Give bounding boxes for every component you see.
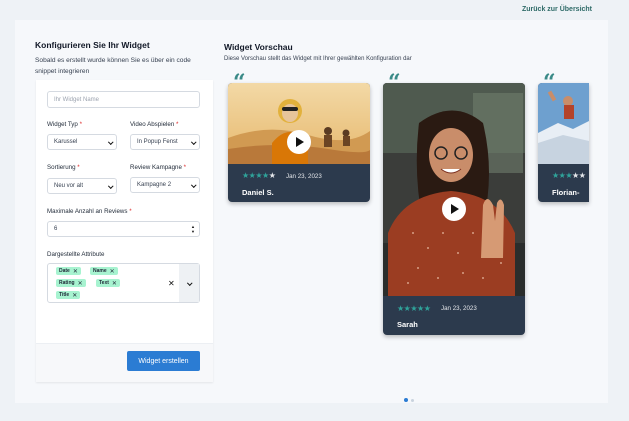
close-icon[interactable]: ✕: [110, 268, 115, 275]
chevron-down-icon: [190, 182, 196, 188]
tag-name: Name ✕: [90, 267, 118, 275]
close-icon[interactable]: ✕: [73, 268, 78, 275]
carousel-dot-active[interactable]: [404, 398, 408, 402]
rating-stars: ★★★★★: [397, 304, 431, 313]
campaign-select[interactable]: Kampagne 2: [130, 177, 200, 193]
close-icon[interactable]: ✕: [112, 280, 117, 287]
preview-title: Widget Vorschau: [224, 42, 293, 52]
play-icon[interactable]: [287, 130, 311, 154]
review-card-3[interactable]: ★★★★★ Florian-: [538, 83, 589, 202]
reviewer-name: Florian-: [552, 188, 580, 197]
config-subtitle: Sobald es erstellt wurde können Sie es ü…: [35, 57, 191, 75]
review-date: Jan 23, 2023: [441, 305, 477, 312]
carousel-dot[interactable]: [411, 399, 414, 402]
sort-value: Neu vor alt: [54, 183, 84, 189]
preview-subtitle: Diese Vorschau stellt das Widget mit Ihr…: [224, 56, 412, 62]
chevron-down-icon: [107, 139, 113, 145]
reviewer-name: Sarah: [397, 320, 418, 329]
reviewer-name: Daniel S.: [242, 188, 274, 197]
video-thumbnail: [538, 83, 589, 164]
sort-label: Sortierung *: [47, 164, 80, 171]
video-play-value: In Popup Fenst: [137, 139, 178, 145]
tag-text: Text ✕: [96, 279, 120, 287]
attributes-label: Dargestellte Attribute: [47, 251, 105, 258]
widget-type-value: Karussel: [54, 139, 78, 145]
chevron-down-icon: [190, 139, 196, 145]
video-play-label: Video Abspielen *: [130, 121, 179, 128]
back-to-overview-link[interactable]: Zurück zur Übersicht: [522, 6, 592, 13]
widget-type-label: Widget Typ *: [47, 121, 82, 128]
tag-title: Title ✕: [56, 291, 81, 299]
widget-name-input[interactable]: Ihr Widget Name: [47, 91, 200, 108]
campaign-label: Review Kampagne *: [130, 164, 187, 171]
tag-date: Date ✕: [56, 267, 81, 275]
sort-select[interactable]: Neu vor alt: [47, 178, 117, 194]
attributes-multiselect[interactable]: Date ✕ Name ✕ Rating ✕ Text ✕ Title ✕ ✕: [47, 263, 200, 303]
review-card-2[interactable]: ★★★★★ Jan 23, 2023 Sarah: [383, 83, 525, 335]
max-reviews-label: Maximale Anzahl an Reviews *: [47, 208, 132, 215]
create-widget-button[interactable]: Widget erstellen: [127, 351, 200, 371]
max-reviews-input[interactable]: 6 ▲ ▼: [47, 221, 200, 237]
widget-type-select[interactable]: Karussel: [47, 134, 117, 150]
review-date: Jan 23, 2023: [286, 173, 322, 180]
video-play-select[interactable]: In Popup Fenst: [130, 134, 200, 150]
play-icon[interactable]: [442, 197, 466, 221]
attributes-dropdown-toggle[interactable]: [179, 264, 199, 302]
chevron-down-icon: [107, 183, 113, 189]
rating-stars: ★★★★★: [242, 171, 276, 180]
clear-all-icon[interactable]: ✕: [168, 279, 175, 288]
close-icon[interactable]: ✕: [72, 292, 77, 299]
max-reviews-value: 6: [54, 226, 58, 232]
rating-stars: ★★★★★: [552, 171, 586, 180]
video-thumbnail: [383, 83, 525, 296]
config-title: Konfigurieren Sie Ihr Widget: [35, 40, 150, 50]
campaign-value: Kampagne 2: [137, 182, 172, 188]
close-icon[interactable]: ✕: [78, 280, 83, 287]
tag-rating: Rating ✕: [56, 279, 86, 287]
review-card-1[interactable]: ★★★★★ Jan 23, 2023 Daniel S.: [228, 83, 370, 202]
chevron-down-icon: [186, 280, 192, 286]
stepper-down-icon[interactable]: ▼: [191, 230, 195, 234]
